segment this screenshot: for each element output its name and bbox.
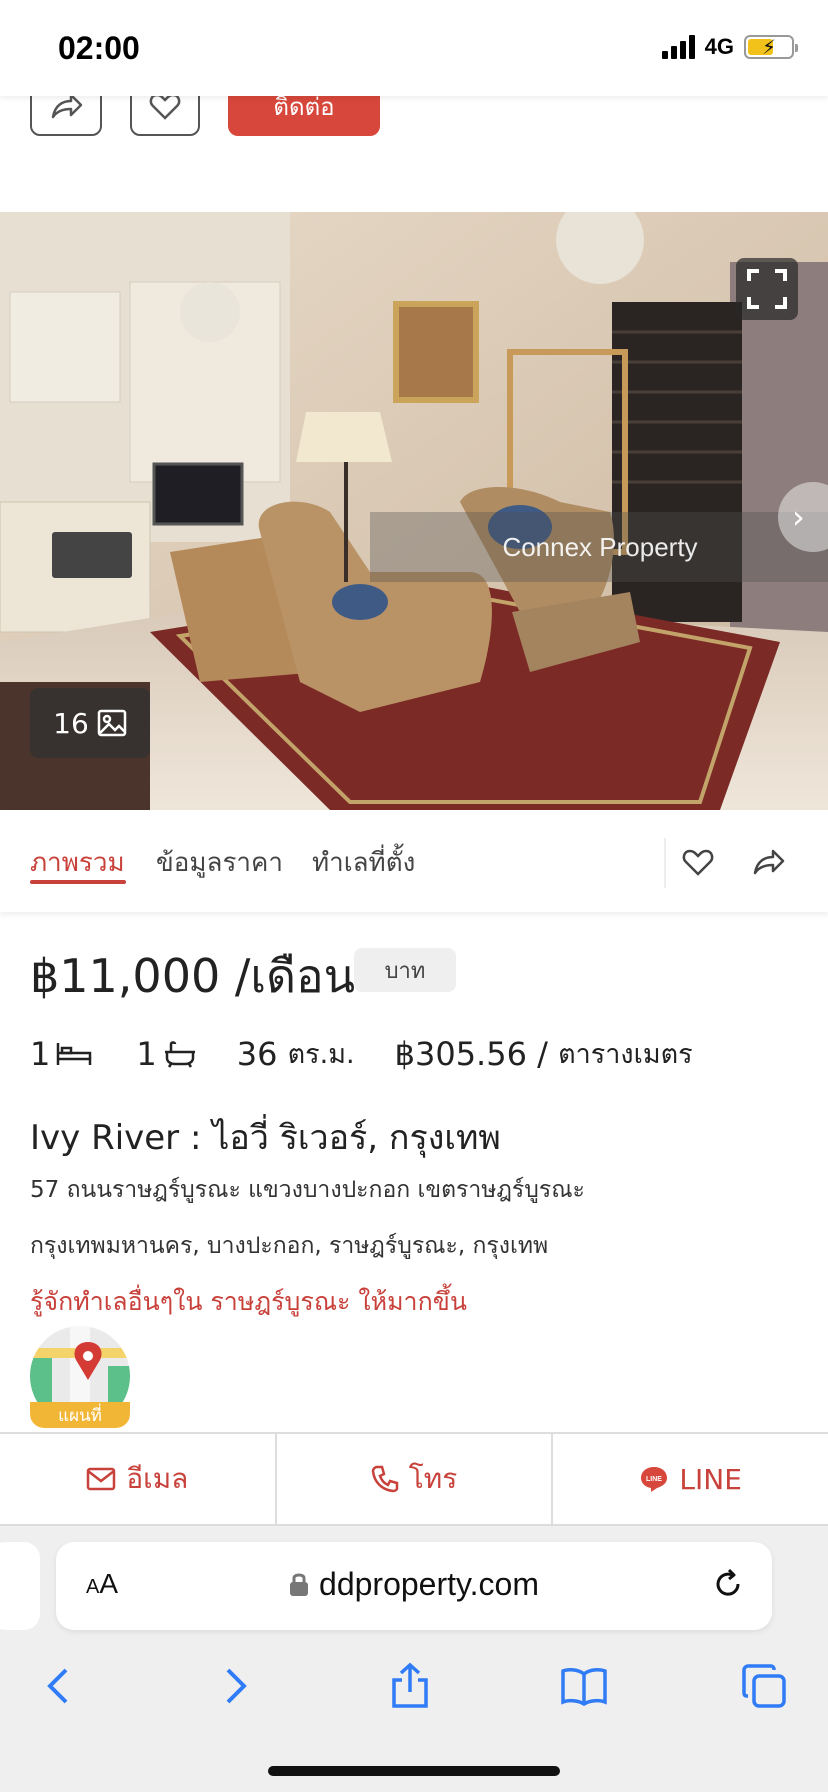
- photo-count: 16: [53, 706, 89, 740]
- email-button[interactable]: อีเมล: [0, 1434, 277, 1524]
- tab-overview[interactable]: ภาพรวม: [30, 842, 125, 883]
- chevron-right-icon: [226, 1668, 247, 1704]
- address-line-1: 57 ถนนราษฎร์บูรณะ แขวงบางปะกอก เขตราษฎร์…: [30, 1177, 585, 1203]
- section-tabs: ภาพรวม ข้อมูลราคา ทำเลที่ตั้ง: [0, 810, 828, 912]
- book-icon: [561, 1668, 607, 1706]
- line-label: LINE: [679, 1462, 742, 1496]
- bedrooms-spec: 1: [30, 1035, 92, 1073]
- bed-icon: [57, 1042, 92, 1065]
- area-unit: ตร.ม.: [287, 1039, 355, 1070]
- email-label: อีเมล: [126, 1462, 189, 1495]
- bathtub-icon: [164, 1040, 195, 1068]
- top-action-row: ติดต่อ: [0, 76, 828, 212]
- phone-icon: [371, 1465, 398, 1493]
- heart-icon: [149, 93, 181, 120]
- price-per-sqm-spec: ฿305.56 / ตารางเมตร: [395, 1032, 693, 1075]
- photo-count-badge[interactable]: 16: [30, 688, 150, 758]
- map-label[interactable]: แผนที่: [30, 1402, 130, 1428]
- image-icon: [97, 709, 127, 737]
- area-spec: 36 ตร.ม.: [237, 1032, 355, 1075]
- tabs-button[interactable]: [734, 1656, 794, 1716]
- line-button[interactable]: LINE LINE: [553, 1434, 828, 1524]
- active-tab-indicator: [30, 880, 126, 884]
- currency-badge[interactable]: บาท: [354, 948, 456, 992]
- area-value: 36: [236, 1034, 278, 1073]
- status-time: 02:00: [58, 30, 140, 66]
- svg-text:LINE: LINE: [646, 1476, 662, 1483]
- url-text: ddproperty.com: [319, 1566, 539, 1602]
- status-indicators: 4G ⚡: [661, 34, 798, 60]
- expand-icon: [747, 269, 787, 309]
- address-bar[interactable]: AA ddproperty.com: [56, 1542, 772, 1630]
- battery-icon: ⚡: [744, 35, 798, 59]
- bathrooms-count: 1: [136, 1034, 157, 1073]
- listing-title: Ivy River : ไอวี่ ริเวอร์, กรุงเทพ: [30, 1118, 501, 1158]
- contact-bar: อีเมล โทร LINE LINE: [0, 1432, 828, 1526]
- share-up-icon: [392, 1662, 428, 1708]
- photo-watermark: Connex Property: [370, 512, 828, 582]
- envelope-icon: [87, 1467, 116, 1491]
- listing-photo[interactable]: Connex Property › 16: [0, 212, 828, 810]
- bedrooms-count: 1: [30, 1034, 51, 1073]
- signal-icon: [661, 35, 695, 59]
- bookmarks-button[interactable]: [554, 1656, 614, 1716]
- call-button[interactable]: โทร: [277, 1434, 554, 1524]
- call-label: โทร: [408, 1462, 458, 1495]
- chevron-right-icon: ›: [792, 498, 805, 536]
- reload-button[interactable]: [710, 1566, 746, 1606]
- back-button[interactable]: [28, 1656, 88, 1716]
- bathrooms-spec: 1: [136, 1035, 196, 1073]
- url-display[interactable]: ddproperty.com: [56, 1566, 772, 1603]
- tab-price-info[interactable]: ข้อมูลราคา: [156, 842, 283, 883]
- heart-icon: [682, 849, 714, 876]
- listing-specs: 1 1 36 ตร.ม. ฿305.56 / ตารางเมตร: [30, 1032, 693, 1075]
- share-sheet-button[interactable]: [380, 1656, 440, 1716]
- fullscreen-button[interactable]: [736, 258, 798, 320]
- browser-toolbar: AA ddproperty.com: [0, 1526, 828, 1792]
- share-button[interactable]: [748, 842, 788, 882]
- listing-price: ฿11,000 /เดือน: [30, 949, 356, 1003]
- tabs-icon: [742, 1664, 786, 1708]
- line-chat-icon: LINE: [641, 1467, 668, 1492]
- tab-location[interactable]: ทำเลที่ตั้ง: [312, 842, 415, 883]
- reload-icon: [716, 1568, 740, 1596]
- area-info-link[interactable]: รู้จักทำเลอื่นๆใน ราษฎร์บูรณะ ให้มากขึ้น: [30, 1282, 467, 1322]
- price-per-sqm: ฿305.56 /: [394, 1034, 548, 1073]
- status-bar: 02:00 4G ⚡: [0, 0, 828, 96]
- lock-icon: [290, 1573, 309, 1596]
- favorite-button[interactable]: [678, 842, 718, 882]
- address-line-2: กรุงเทพมหานคร, บางปะกอก, ราษฎร์บูรณะ, กร…: [30, 1233, 549, 1259]
- network-label: 4G: [704, 34, 734, 59]
- forward-button[interactable]: [206, 1656, 266, 1716]
- share-icon: [753, 849, 785, 875]
- tab-divider: [664, 838, 666, 888]
- chevron-left-icon: [47, 1668, 68, 1704]
- price-per-sqm-unit: ตารางเมตร: [558, 1039, 693, 1070]
- previous-tab-card[interactable]: [0, 1542, 40, 1630]
- home-indicator: [268, 1766, 560, 1776]
- browser-nav-row: [0, 1656, 828, 1726]
